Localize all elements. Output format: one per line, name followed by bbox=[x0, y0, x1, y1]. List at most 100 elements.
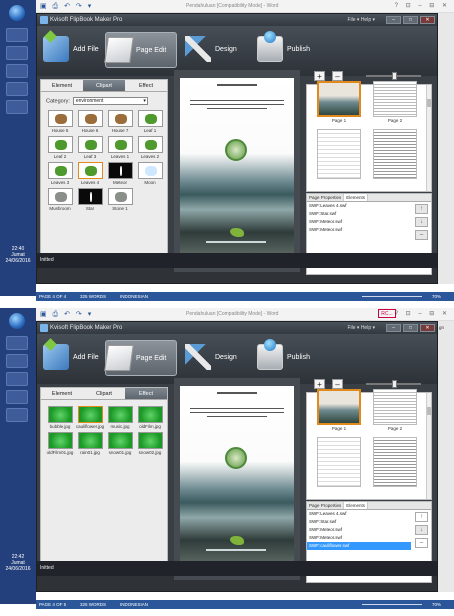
taskbar-app-icon[interactable] bbox=[6, 354, 28, 368]
zoom-in-button[interactable]: + bbox=[314, 71, 325, 81]
move-up-button[interactable]: ↑ bbox=[415, 204, 428, 214]
element-list-item[interactable]: SWF:Meteor.swf bbox=[307, 526, 411, 534]
page-edit-button[interactable]: Page Edit bbox=[104, 32, 178, 68]
taskbar-app-icon[interactable] bbox=[6, 390, 28, 404]
element-list-item[interactable]: SWF:Star.swf bbox=[307, 518, 411, 526]
remove-button[interactable]: – bbox=[415, 230, 428, 240]
element-list-item[interactable]: SWF:Meteor.swf bbox=[307, 534, 411, 542]
zoom-slider[interactable] bbox=[366, 72, 421, 80]
clipart-item[interactable]: Leaves 3 bbox=[45, 162, 75, 185]
element-list-item[interactable]: SWF:Leaves 4.swf bbox=[307, 202, 411, 210]
add-file-button[interactable]: Add File bbox=[43, 32, 99, 68]
language[interactable]: INDONESIAN bbox=[120, 600, 148, 609]
taskbar-app-icon[interactable] bbox=[6, 100, 28, 114]
effect-item[interactable]: rain01.jpg bbox=[75, 432, 105, 455]
clipart-item[interactable]: Leaves 4 bbox=[75, 162, 105, 185]
design-button[interactable]: Design bbox=[185, 32, 237, 68]
start-orb-icon[interactable] bbox=[9, 313, 25, 329]
page-thumb-1[interactable]: Page 1 bbox=[317, 389, 361, 431]
clipart-item[interactable]: Leaf 3 bbox=[75, 136, 105, 159]
element-list-item[interactable]: SWF:Leaves 4.swf bbox=[307, 510, 411, 518]
clipart-item[interactable]: Stone 1 bbox=[105, 188, 135, 211]
maximize-button[interactable]: □ bbox=[403, 324, 418, 332]
element-list-item[interactable]: SWF:Meteor.swf bbox=[307, 226, 411, 234]
effect-item[interactable]: bubble.jpg bbox=[45, 406, 75, 429]
word-zoom-slider[interactable] bbox=[362, 296, 422, 297]
page-thumb-3[interactable] bbox=[317, 437, 361, 488]
taskbar-app-icon[interactable] bbox=[6, 46, 28, 60]
move-down-button[interactable]: ↓ bbox=[415, 217, 428, 227]
start-orb-icon[interactable] bbox=[9, 5, 25, 21]
taskbar-app-icon[interactable] bbox=[6, 408, 28, 422]
zoom-out-button[interactable]: – bbox=[332, 71, 343, 81]
clipart-item[interactable]: House 6 bbox=[75, 110, 105, 133]
clipart-item[interactable]: Star bbox=[75, 188, 105, 211]
leaf-clipart[interactable] bbox=[230, 536, 244, 545]
clipart-item[interactable]: Leaves 2 bbox=[135, 136, 165, 159]
taskbar-app-icon[interactable] bbox=[6, 82, 28, 96]
taskbar-app-icon[interactable] bbox=[6, 336, 28, 350]
thumbs-scrollbar[interactable] bbox=[426, 393, 431, 499]
quick-access-icons[interactable]: ▣ ⎙ ↶ ↷ ▾ bbox=[40, 310, 93, 319]
page-thumb-3[interactable] bbox=[317, 129, 361, 180]
element-list-item[interactable]: SWF:Star.swf bbox=[307, 210, 411, 218]
zoom-out-button[interactable]: – bbox=[332, 379, 343, 389]
publish-button[interactable]: Publish bbox=[257, 339, 310, 376]
taskbar-app-icon[interactable] bbox=[6, 28, 28, 42]
tab-page-properties[interactable]: Page Properties bbox=[307, 502, 345, 509]
effect-item[interactable]: oldFilm01.jpg bbox=[45, 432, 75, 455]
language[interactable]: INDONESIAN bbox=[120, 292, 148, 301]
word-zoom-level[interactable]: 70% bbox=[432, 600, 441, 609]
user-badge[interactable]: RC... bbox=[378, 309, 396, 318]
window-controls[interactable]: ? ⊡ – ⊟ ✕ bbox=[395, 310, 450, 317]
thumbs-scrollbar[interactable] bbox=[426, 85, 431, 191]
remove-button[interactable]: – bbox=[415, 538, 428, 548]
page-count[interactable]: PAGE 4 OF 5 bbox=[39, 600, 66, 609]
tab-effect[interactable]: Effect bbox=[125, 388, 167, 399]
page-thumb-4[interactable] bbox=[373, 129, 417, 180]
effect-item[interactable]: snow02.jpg bbox=[135, 432, 165, 455]
clipart-item[interactable]: Mushroom bbox=[45, 188, 75, 211]
add-file-button[interactable]: Add File bbox=[43, 340, 99, 376]
page-thumb-4[interactable] bbox=[373, 437, 417, 488]
clipart-item[interactable]: Leaf 1 bbox=[135, 110, 165, 133]
effect-item[interactable]: music.jpg bbox=[105, 406, 135, 429]
tab-clipart[interactable]: Clipart bbox=[83, 388, 125, 399]
clipart-item[interactable]: House 7 bbox=[105, 110, 135, 133]
close-button[interactable]: ✕ bbox=[420, 16, 435, 24]
minimize-button[interactable]: – bbox=[386, 324, 401, 332]
effect-item[interactable]: oldFilm.jpg bbox=[135, 406, 165, 429]
leaf-clipart[interactable] bbox=[230, 228, 244, 237]
quick-access-icons[interactable]: ▣ ⎙ ↶ ↷ ▾ bbox=[40, 2, 93, 11]
tab-element[interactable]: Element bbox=[41, 80, 83, 91]
window-controls[interactable]: ? ⊡ – ⊟ ✕ bbox=[395, 2, 450, 9]
effect-item[interactable]: snow01.jpg bbox=[105, 432, 135, 455]
zoom-slider[interactable] bbox=[366, 380, 421, 388]
clipart-item[interactable]: House 5 bbox=[45, 110, 75, 133]
word-zoom-level[interactable]: 70% bbox=[432, 292, 441, 301]
app-menu[interactable]: File ▾ Help ▾ bbox=[347, 14, 375, 26]
page-thumb-2[interactable]: Page 2 bbox=[373, 389, 417, 431]
clipart-item[interactable]: Moon bbox=[135, 162, 165, 185]
maximize-button[interactable]: □ bbox=[403, 16, 418, 24]
zoom-in-button[interactable]: + bbox=[314, 379, 325, 389]
taskbar-app-icon[interactable] bbox=[6, 372, 28, 386]
clipart-item[interactable]: Leaf 2 bbox=[45, 136, 75, 159]
app-menu[interactable]: File ▾ Help ▾ bbox=[347, 322, 375, 334]
word-count[interactable]: 325 WORDS bbox=[80, 600, 106, 609]
minimize-button[interactable]: – bbox=[386, 16, 401, 24]
word-zoom-slider[interactable] bbox=[362, 604, 422, 605]
design-button[interactable]: Design bbox=[185, 340, 237, 376]
tab-page-properties[interactable]: Page Properties bbox=[307, 194, 345, 201]
clipart-item[interactable]: Meteor bbox=[105, 162, 135, 185]
tab-elements[interactable]: Elements bbox=[344, 502, 369, 509]
effect-item[interactable]: cauliflower.jpg bbox=[75, 406, 105, 429]
page-thumb-1[interactable]: Page 1 bbox=[317, 81, 361, 123]
move-up-button[interactable]: ↑ bbox=[415, 512, 428, 522]
element-list-item[interactable]: SWF:Meteor.swf bbox=[307, 218, 411, 226]
tab-clipart[interactable]: Clipart bbox=[83, 80, 125, 91]
close-button[interactable]: ✕ bbox=[420, 324, 435, 332]
taskbar-app-icon[interactable] bbox=[6, 64, 28, 78]
element-list-item[interactable]: SWF:cauliflower.swf bbox=[307, 542, 411, 550]
tab-elements[interactable]: Elements bbox=[344, 194, 369, 201]
